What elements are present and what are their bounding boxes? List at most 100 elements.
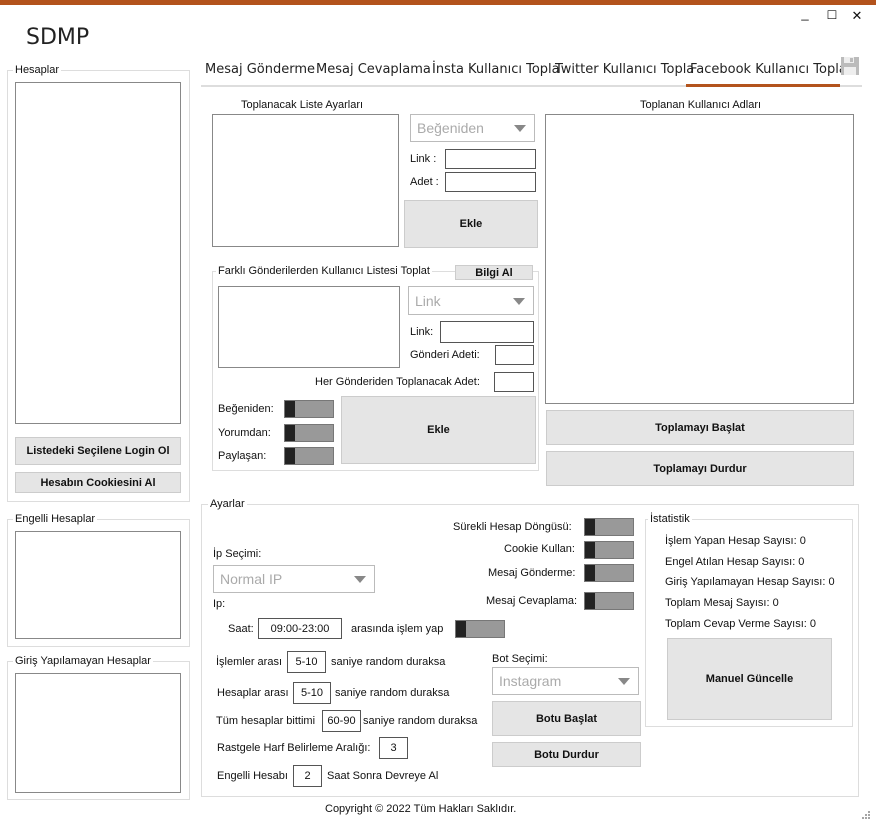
- link-combo[interactable]: Link: [408, 286, 534, 315]
- istatistik-label: İstatistik: [648, 513, 692, 525]
- mesaj-gonderme-toggle[interactable]: [584, 564, 634, 582]
- saniye2-label: saniye random duraksa: [335, 687, 450, 699]
- cookie-label: Cookie Kullan:: [504, 543, 575, 555]
- tum-hesaplar-input[interactable]: 60-90: [322, 710, 361, 732]
- arasinda-label: arasında işlem yap: [351, 623, 444, 635]
- adet-label: Adet :: [410, 176, 439, 188]
- begeniden-combo[interactable]: Beğeniden: [410, 114, 535, 142]
- begeniden-toggle[interactable]: [284, 400, 334, 418]
- engel-atilan-stat: Engel Atılan Hesap Sayısı: 0: [665, 556, 805, 568]
- bot-combo[interactable]: Instagram: [492, 667, 639, 695]
- manuel-guncelle-button[interactable]: Manuel Güncelle: [667, 638, 832, 720]
- resize-grip-icon[interactable]: [861, 810, 871, 820]
- begeniden-label: Beğeniden:: [218, 403, 274, 415]
- chevron-down-icon: [513, 297, 525, 305]
- liste-ayarlari-label: Toplanacak Liste Ayarları: [241, 99, 364, 111]
- accent-bar: [0, 0, 876, 5]
- islem-yapan-stat: İşlem Yapan Hesap Sayısı: 0: [665, 535, 806, 547]
- hesaplar-arasi-input[interactable]: 5-10: [293, 682, 331, 704]
- bot-secimi-label: Bot Seçimi:: [492, 653, 548, 665]
- link-combo-value: Link: [415, 292, 441, 309]
- bilgi-al-button[interactable]: Bilgi Al: [455, 265, 533, 280]
- link-label: Link :: [410, 153, 437, 165]
- close-button[interactable]: ✕: [849, 8, 865, 24]
- yorumdan-toggle[interactable]: [284, 424, 334, 442]
- botu-durdur-button[interactable]: Botu Durdur: [492, 742, 641, 767]
- saat-toggle[interactable]: [455, 620, 505, 638]
- adet-input[interactable]: [445, 172, 536, 192]
- toplanan-label: Toplanan Kullanıcı Adları: [640, 99, 762, 111]
- engelli-list[interactable]: [15, 531, 181, 639]
- link2-label: Link:: [410, 326, 434, 338]
- engelli-hesabi-input[interactable]: 2: [293, 765, 322, 787]
- toplam-cevap-stat: Toplam Cevap Verme Sayısı: 0: [665, 618, 817, 630]
- botu-baslat-button[interactable]: Botu Başlat: [492, 701, 641, 736]
- toplam-mesaj-stat: Toplam Mesaj Sayısı: 0: [665, 597, 779, 609]
- ekle-button[interactable]: Ekle: [404, 200, 538, 248]
- ekle2-button[interactable]: Ekle: [341, 396, 536, 464]
- rastgele-label: Rastgele Harf Belirleme Aralığı:: [217, 742, 371, 754]
- tab-insta[interactable]: İnsta Kullanıcı Topla: [432, 62, 560, 77]
- tab-mesaj-gonderme[interactable]: Mesaj Gönderme: [205, 62, 315, 77]
- app-title: SDMP: [26, 25, 90, 50]
- saat-input[interactable]: 09:00-23:00: [258, 618, 342, 639]
- surekli-toggle[interactable]: [584, 518, 634, 536]
- mesaj-cevaplama-toggle[interactable]: [584, 592, 634, 610]
- toplamayi-baslat-button[interactable]: Toplamayı Başlat: [546, 410, 854, 445]
- her-gonderiden-label: Her Gönderiden Toplanacak Adet:: [315, 376, 480, 388]
- saniye3-label: saniye random duraksa: [363, 715, 478, 727]
- toplanan-list[interactable]: [545, 114, 854, 404]
- liste-ayarlari-list[interactable]: [212, 114, 399, 247]
- gonderi-adeti-input[interactable]: [495, 345, 534, 365]
- ip-combo[interactable]: Normal IP: [213, 565, 375, 593]
- islemler-label: İşlemler arası: [216, 656, 283, 668]
- saat-label: Saat:: [228, 623, 254, 635]
- chevron-down-icon: [354, 576, 366, 583]
- hesaplar-list[interactable]: [15, 82, 181, 424]
- cookie-button[interactable]: Hesabın Cookiesini Al: [15, 472, 181, 493]
- login-button[interactable]: Listedeki Seçilene Login Ol: [15, 437, 181, 465]
- tum-hesaplar-label: Tüm hesaplar bittimi: [216, 715, 316, 727]
- active-tab-indicator: [686, 84, 840, 87]
- farkli-list[interactable]: [218, 286, 400, 368]
- mesaj-cevaplama-label: Mesaj Cevaplama:: [486, 595, 578, 607]
- giris-label: Giriş Yapılamayan Hesaplar: [13, 655, 153, 667]
- farkli-label: Farklı Gönderilerden Kullanıcı Listesi T…: [216, 265, 432, 277]
- giris-yapilamayan-stat: Giriş Yapılamayan Hesap Sayısı: 0: [665, 576, 835, 588]
- tab-twitter[interactable]: Twitter Kullanıcı Topla: [555, 62, 694, 77]
- toplamayi-durdur-button[interactable]: Toplamayı Durdur: [546, 451, 854, 486]
- her-gonderiden-input[interactable]: [494, 372, 534, 392]
- begeniden-combo-value: Beğeniden: [417, 120, 484, 136]
- giris-list[interactable]: [15, 673, 181, 793]
- paylasan-label: Paylaşan:: [218, 450, 267, 462]
- mesaj-gonderme-label: Mesaj Gönderme:: [488, 567, 576, 579]
- tab-facebook[interactable]: Facebook Kullanıcı Topla: [690, 62, 847, 77]
- copyright: Copyright © 2022 Tüm Hakları Saklıdır.: [325, 803, 517, 815]
- ayarlar-label: Ayarlar: [208, 498, 247, 510]
- hesaplar-arasi-label: Hesaplar arası: [217, 687, 289, 699]
- link2-input[interactable]: [440, 321, 534, 343]
- saat-sonra-label: Saat Sonra Devreye Al: [327, 770, 439, 782]
- minimize-button[interactable]: _: [797, 6, 813, 21]
- tab-mesaj-cevaplama[interactable]: Mesaj Cevaplama: [316, 62, 431, 77]
- chevron-down-icon: [514, 125, 526, 132]
- ip-combo-value: Normal IP: [220, 571, 283, 587]
- islemler-input[interactable]: 5-10: [287, 651, 326, 673]
- cookie-toggle[interactable]: [584, 541, 634, 559]
- hesaplar-label: Hesaplar: [13, 64, 62, 76]
- maximize-button[interactable]: ☐: [824, 8, 840, 22]
- rastgele-input[interactable]: 3: [379, 737, 408, 759]
- save-icon[interactable]: [840, 56, 860, 76]
- surekli-label: Sürekli Hesap Döngüsü:: [453, 521, 572, 533]
- ip-secimi-label: İp Seçimi:: [213, 548, 262, 560]
- engelli-label: Engelli Hesaplar: [13, 513, 98, 525]
- link-input[interactable]: [445, 149, 536, 169]
- gonderi-adeti-label: Gönderi Adeti:: [410, 349, 480, 361]
- chevron-down-icon: [618, 678, 630, 685]
- ip-label: Ip:: [213, 598, 226, 610]
- engelli-hesabi-label: Engelli Hesabı: [217, 770, 288, 782]
- saniye1-label: saniye random duraksa: [331, 656, 446, 668]
- bot-combo-value: Instagram: [499, 673, 562, 689]
- paylasan-toggle[interactable]: [284, 447, 334, 465]
- yorumdan-label: Yorumdan:: [218, 427, 271, 439]
